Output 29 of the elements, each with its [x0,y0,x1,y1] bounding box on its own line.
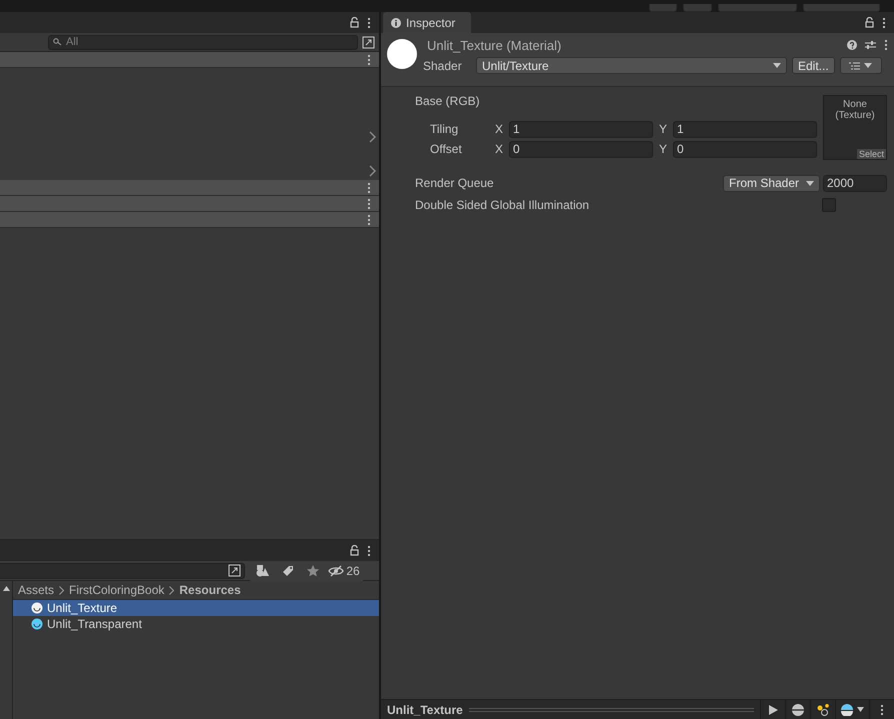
asset-item[interactable]: Unlit_Texture [13,600,379,616]
texture-slot[interactable]: None (Texture) Select [823,95,887,160]
number-field[interactable]: 1 [509,120,653,138]
axis-label: X [495,142,504,156]
inspector-tab[interactable]: Inspector [383,12,472,33]
asset-item[interactable]: Unlit_Transparent [13,616,379,632]
shader-label: Shader [423,58,463,72]
number-field[interactable]: 1 [673,120,817,138]
property-label: Offset [430,142,463,156]
material-title: Unlit_Texture (Material) [426,38,562,52]
property-label: Render Queue [415,176,494,190]
property-label: Tiling [430,122,460,136]
number-field[interactable]: 2000 [823,174,887,192]
preview-title: Unlit_Texture [386,702,464,716]
select-button[interactable]: Select [856,149,886,159]
axis-label: X [495,122,504,136]
breadcrumb-link[interactable]: Resources [179,583,241,597]
shader-dropdown[interactable]: Unlit/Texture [476,57,787,74]
edit-button[interactable]: Edit... [792,57,835,74]
number-field[interactable]: 0 [509,140,653,158]
search-field[interactable]: All [48,34,358,50]
property-label: Double Sided Global Illumination [415,198,590,212]
breadcrumb-link[interactable]: Assets [18,583,54,597]
number-field[interactable]: 0 [673,140,817,158]
axis-label: Y [659,122,668,136]
property-label: Base (RGB) [415,93,481,110]
render-queue-dropdown[interactable]: From Shader [723,174,820,192]
axis-label: Y [659,142,668,156]
breadcrumb-link[interactable]: FirstColoringBook [69,583,164,597]
